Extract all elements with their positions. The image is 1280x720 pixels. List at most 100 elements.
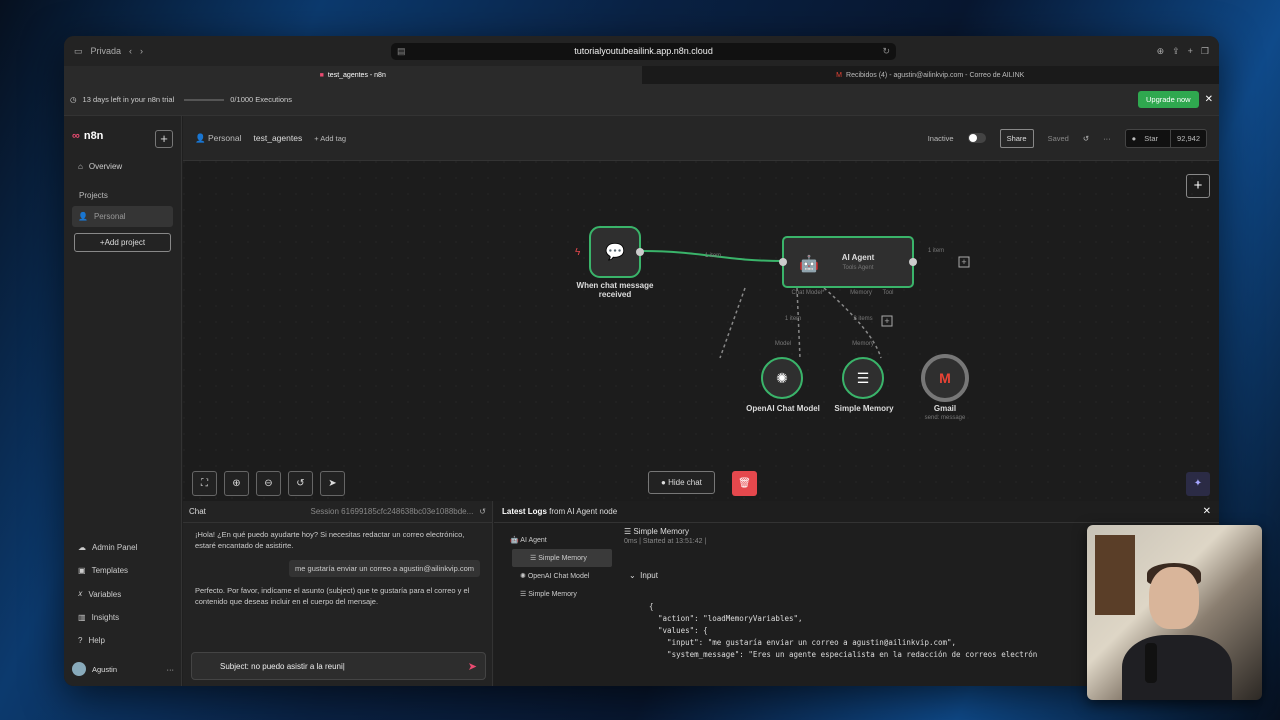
reset-session-icon[interactable]: ↺ bbox=[479, 507, 486, 516]
add-project-button[interactable]: +Add project bbox=[74, 233, 171, 252]
sidebar-item-insights[interactable]: ▥ Insights bbox=[64, 606, 182, 629]
sidebar-toggle-icon[interactable]: ▭ bbox=[74, 46, 83, 57]
help-icon: ? bbox=[78, 636, 83, 645]
hide-chat-button[interactable]: ● Hide chat bbox=[648, 471, 715, 494]
forward-icon[interactable]: › bbox=[140, 46, 143, 56]
zoom-in-button[interactable]: ⊕ bbox=[224, 471, 249, 496]
delete-execution-button[interactable]: 🗑 bbox=[732, 471, 757, 496]
breadcrumb[interactable]: 👤 Personal bbox=[195, 133, 242, 144]
sidebar-item-help[interactable]: ? Help bbox=[64, 629, 182, 652]
brand-name: n8n bbox=[83, 130, 104, 142]
ai-assistant-button[interactable]: ✦ bbox=[1186, 472, 1210, 496]
log-item-ai-agent[interactable]: 🤖 AI Agent bbox=[502, 531, 612, 549]
add-node-button[interactable]: + bbox=[1186, 174, 1210, 198]
sidebar-item-templates[interactable]: ▣ Templates bbox=[64, 559, 182, 582]
chat-input[interactable]: Subject: no puedo asistir a la reuni| ➤ bbox=[191, 652, 486, 680]
bookshelf bbox=[1095, 535, 1135, 615]
in-memory: Memory bbox=[852, 341, 874, 347]
trial-days: 13 days left in your n8n trial bbox=[82, 95, 175, 104]
logs-tree: 🤖 AI Agent ☰ Simple Memory ✺ OpenAI Chat… bbox=[502, 531, 612, 603]
new-tab-icon[interactable]: + bbox=[1188, 46, 1193, 56]
sidebar-item-admin[interactable]: ☁ Admin Panel bbox=[64, 536, 182, 559]
database-icon: ☰ bbox=[857, 370, 870, 386]
select-tool-button[interactable]: ➤ bbox=[320, 471, 345, 496]
gmail-subtitle: send: message bbox=[924, 415, 966, 421]
tab-n8n[interactable]: ■ test_agentes - n8n bbox=[64, 66, 642, 84]
workflow-name[interactable]: test_agentes bbox=[254, 133, 303, 143]
history-icon[interactable]: ↺ bbox=[1083, 134, 1089, 143]
active-toggle[interactable] bbox=[967, 133, 986, 143]
log-detail: ☰ Simple Memory 0ms | Started at 13:51:4… bbox=[624, 527, 706, 545]
gmail-title: Gmail bbox=[933, 404, 957, 413]
bot-message: ¡Hola! ¿En qué puedo ayudarte hoy? Si ne… bbox=[195, 530, 465, 551]
more-icon[interactable]: ··· bbox=[167, 665, 175, 674]
in-model: Model bbox=[774, 341, 792, 347]
hide-chat-label: Hide chat bbox=[668, 478, 702, 487]
gmail-icon: M bbox=[939, 370, 951, 386]
log-item-simple-memory[interactable]: ☰ Simple Memory bbox=[512, 549, 612, 567]
sidebar-item-label: Admin Panel bbox=[92, 543, 138, 552]
workflow-header: 👤 Personal test_agentes + Add tag Inacti… bbox=[183, 116, 1219, 161]
node-gmail[interactable]: M bbox=[921, 354, 969, 402]
input-section[interactable]: ⌄ Input bbox=[629, 571, 658, 580]
share-icon[interactable]: ⇪ bbox=[1172, 46, 1180, 57]
log-detail-title: ☰ Simple Memory bbox=[624, 527, 689, 536]
agent-title: AI Agent bbox=[841, 253, 875, 262]
home-icon: ⌂ bbox=[78, 162, 83, 171]
trigger-bolt-icon: ϟ bbox=[575, 247, 581, 258]
back-icon[interactable]: ‹ bbox=[129, 46, 132, 56]
chart-icon: ▥ bbox=[78, 613, 86, 622]
edge-label-memory: 2 items bbox=[853, 316, 873, 322]
github-star[interactable]: ● Star 92,942 bbox=[1124, 128, 1207, 148]
edge-label-model: 1 item bbox=[784, 316, 802, 322]
session-id: Session 61699185cfc248638bc03e1088bde... bbox=[310, 507, 474, 516]
fit-view-button[interactable]: ⛶ bbox=[192, 471, 217, 496]
tabs-overview-icon[interactable]: ❐ bbox=[1201, 46, 1209, 57]
chat-input-text: Subject: no puedo asistir a la reuni| bbox=[220, 661, 345, 671]
port-tool: Tool bbox=[882, 290, 894, 296]
logs-source: from AI Agent node bbox=[549, 507, 618, 516]
send-icon[interactable]: ➤ bbox=[468, 660, 477, 673]
browser-profile: Privada bbox=[90, 46, 122, 56]
reload-icon[interactable]: ↻ bbox=[882, 46, 890, 57]
sidebar-item-label: Templates bbox=[91, 566, 129, 575]
download-icon[interactable]: ⊕ bbox=[1157, 46, 1165, 57]
workflow-canvas[interactable]: 💬 ϟ 🤖 + + ✺ ☰ M When chat message receiv… bbox=[183, 161, 1219, 501]
upgrade-button[interactable]: Upgrade now bbox=[1137, 91, 1199, 108]
bot-message: Perfecto. Por favor, indícame el asunto … bbox=[195, 585, 470, 606]
n8n-favicon-icon: ■ bbox=[319, 71, 324, 79]
logs-title: Latest Logs bbox=[502, 507, 547, 516]
reset-zoom-button[interactable]: ↺ bbox=[288, 471, 313, 496]
sidebar: ∞ n8n + ⌂ Overview Projects 👤 Personal +Add… bbox=[64, 116, 182, 686]
tab-gmail[interactable]: M Recibidos (4) - agustin@ailinkvip.com -… bbox=[642, 66, 1220, 84]
star-label: ● Star bbox=[1131, 133, 1159, 143]
add-project-label: Add project bbox=[104, 238, 146, 247]
saved-status: Saved bbox=[1047, 133, 1069, 143]
sidebar-item-overview[interactable]: ⌂ Overview bbox=[64, 156, 181, 177]
logs-header: Latest Logs from AI Agent node ✕ bbox=[494, 501, 1219, 523]
chat-messages: ¡Hola! ¿En qué puedo ayudarte hoy? Si ne… bbox=[183, 523, 492, 621]
share-button[interactable]: Share bbox=[999, 128, 1034, 148]
zoom-out-button[interactable]: ⊖ bbox=[256, 471, 281, 496]
create-button[interactable]: + bbox=[155, 130, 173, 148]
node-openai-model[interactable]: ✺ bbox=[761, 357, 803, 399]
edge-label-trigger: 1 item bbox=[704, 253, 722, 259]
user-icon: 👤 bbox=[78, 212, 88, 221]
openai-icon: ✺ bbox=[776, 370, 788, 386]
more-options-icon[interactable]: ··· bbox=[1103, 134, 1111, 143]
sidebar-item-variables[interactable]: 𝑥 Variables bbox=[64, 582, 182, 606]
log-item-openai[interactable]: ✺ OpenAI Chat Model bbox=[502, 567, 612, 585]
gmail-favicon-icon: M bbox=[836, 71, 843, 79]
address-bar[interactable]: ▤ tutorialyoutubeailink.app.n8n.cloud ↻ bbox=[391, 42, 897, 60]
close-banner-icon[interactable]: ✕ bbox=[1205, 94, 1213, 105]
close-logs-icon[interactable]: ✕ bbox=[1203, 506, 1211, 517]
node-simple-memory[interactable]: ☰ bbox=[842, 357, 884, 399]
sidebar-item-personal[interactable]: 👤 Personal bbox=[72, 206, 173, 227]
user-menu[interactable]: Agustin ··· bbox=[64, 652, 182, 686]
sidebar-item-label: Overview bbox=[88, 162, 123, 171]
n8n-logo-icon: ∞ bbox=[72, 130, 80, 142]
user-message: me gustaría enviar un correo a agustin@a… bbox=[289, 559, 480, 577]
log-item-simple-memory[interactable]: ☰ Simple Memory bbox=[502, 585, 612, 603]
add-tag-link[interactable]: + Add tag bbox=[314, 134, 346, 143]
microphone bbox=[1145, 643, 1157, 683]
